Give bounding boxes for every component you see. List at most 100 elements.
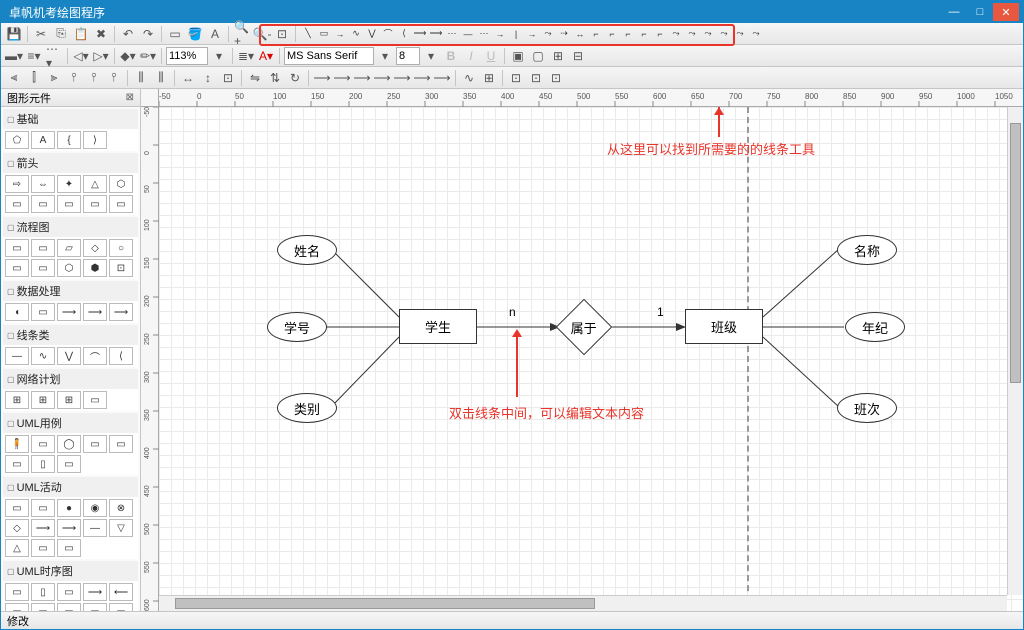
ungroup-button[interactable]: ⊟ [569, 47, 587, 65]
shape-sq-4[interactable]: ⟶ [83, 583, 107, 601]
shape-fc-8[interactable]: ⬡ [57, 259, 81, 277]
shape-uc-4[interactable]: ▭ [83, 435, 107, 453]
shape-arrow-lr[interactable]: ⇔ [31, 175, 55, 193]
zoom-in-button[interactable]: 🔍+ [233, 25, 251, 43]
cut-button[interactable]: ✂ [32, 25, 50, 43]
shape-arrow-quad[interactable]: ✦ [57, 175, 81, 193]
line-tool-depend[interactable]: ⤳ [668, 26, 684, 42]
text-button[interactable]: A [206, 25, 224, 43]
fill-color-button[interactable]: ◆▾ [119, 47, 137, 65]
shape-sq-7[interactable]: ▭ [31, 603, 55, 611]
line-tool-step5[interactable]: ⌐ [652, 26, 668, 42]
drawing-canvas[interactable]: 姓名 学号 类别 学生 n 属于 1 班级 名称 年纪 班次 从这里可以找到所需… [159, 107, 1023, 611]
shape-fc-6[interactable]: ▭ [5, 259, 29, 277]
shape-ac-5[interactable]: ⊗ [109, 499, 133, 517]
arrow-end-button[interactable]: ▷▾ [92, 47, 110, 65]
line-tool-msg1[interactable]: → [524, 26, 540, 42]
shape-fc-5[interactable]: ○ [109, 239, 133, 257]
distribute-v-button[interactable]: ⫼ [152, 69, 170, 87]
copy-button[interactable]: ⎘ [52, 25, 70, 43]
shape-fc-4[interactable]: ◇ [83, 239, 107, 257]
flip-v-button[interactable]: ⇅ [266, 69, 284, 87]
section-basic[interactable]: 基础 [3, 109, 138, 129]
line-tool-bracket[interactable]: ⟨ [396, 26, 412, 42]
align-left-button[interactable]: ⫷ [5, 69, 23, 87]
shape-arrow-right[interactable]: ⇨ [5, 175, 29, 193]
line-tool-solid[interactable]: — [460, 26, 476, 42]
shape-brace[interactable]: { [57, 131, 81, 149]
shape-ac-13[interactable]: ▭ [57, 539, 81, 557]
palette-close-button[interactable]: ⊠ [126, 92, 134, 103]
align-right-button[interactable]: ⫸ [45, 69, 63, 87]
connector1-button[interactable]: ⟶ [313, 69, 331, 87]
line-tool-step2[interactable]: ⌐ [604, 26, 620, 42]
shape-bracket[interactable]: ⟩ [83, 131, 107, 149]
shape-ac-11[interactable]: △ [5, 539, 29, 557]
font-dropdown[interactable]: ▾ [376, 47, 394, 65]
shape-arrow-4[interactable]: ▭ [83, 195, 107, 213]
shape-sq-10[interactable]: ▭ [109, 603, 133, 611]
section-flowchart[interactable]: 流程图 [3, 217, 138, 237]
attr-sno[interactable]: 学号 [267, 312, 327, 342]
line-tool-msg2[interactable]: ⤳ [540, 26, 556, 42]
shape-fc-9[interactable]: ⬢ [83, 259, 107, 277]
zoom-out-button[interactable]: 🔍- [253, 25, 271, 43]
flip-h-button[interactable]: ⇋ [246, 69, 264, 87]
line-tool-dash2[interactable]: ⋯ [476, 26, 492, 42]
shape-pentagon[interactable]: ⬠ [5, 131, 29, 149]
line-tool-step3[interactable]: ⌐ [620, 26, 636, 42]
scroll-thumb-v[interactable] [1010, 123, 1021, 383]
bring-front-button[interactable]: ▣ [509, 47, 527, 65]
shape-ac-7[interactable]: ⟶ [31, 519, 55, 537]
shape-uc-5[interactable]: ▭ [109, 435, 133, 453]
shape-arrow-callout[interactable]: ⬡ [109, 175, 133, 193]
line-tool-extend[interactable]: ⟶ [412, 26, 428, 42]
shape-dp-5[interactable]: ⟶ [109, 303, 133, 321]
shape-nw-3[interactable]: ⊞ [57, 391, 81, 409]
shape-fc-1[interactable]: ▭ [5, 239, 29, 257]
align-top-button[interactable]: ⫯ [65, 69, 83, 87]
shape-nw-2[interactable]: ⊞ [31, 391, 55, 409]
line-style-button[interactable]: ▬▾ [5, 47, 23, 65]
same-width-button[interactable]: ↔ [179, 69, 197, 87]
connector3-button[interactable]: ⟶ [353, 69, 371, 87]
zoom-fit-button[interactable]: ⊡ [273, 25, 291, 43]
shape-fc-2[interactable]: ▭ [31, 239, 55, 257]
shape-text[interactable]: A [31, 131, 55, 149]
rotate-button[interactable]: ↻ [286, 69, 304, 87]
line-tool-trace[interactable]: ⤳ [700, 26, 716, 42]
shape-fc-10[interactable]: ⊡ [109, 259, 133, 277]
attr-name[interactable]: 姓名 [277, 235, 337, 265]
text-color-button[interactable]: A▾ [257, 47, 275, 65]
line-tool-step1[interactable]: ⌐ [588, 26, 604, 42]
shape-dp-4[interactable]: ⟶ [83, 303, 107, 321]
line-weight-button[interactable]: ≡▾ [25, 47, 43, 65]
bold-button[interactable]: B [442, 47, 460, 65]
select-button[interactable]: ▭ [166, 25, 184, 43]
line-tool-refine[interactable]: ⤳ [716, 26, 732, 42]
zoom-combo[interactable] [166, 47, 208, 65]
line-dash-button[interactable]: ⋯▾ [45, 47, 63, 65]
wave-button[interactable]: ∿ [460, 69, 478, 87]
align-button[interactable]: ≣▾ [237, 47, 255, 65]
save-button[interactable]: 💾 [5, 25, 23, 43]
section-uml-usecase[interactable]: UML用例 [3, 413, 138, 433]
shape-ac-6[interactable]: ◇ [5, 519, 29, 537]
shape-ln-4[interactable]: ⌒ [83, 347, 107, 365]
shape-uc-2[interactable]: ▭ [31, 435, 55, 453]
line-tool-msg3[interactable]: ⇢ [556, 26, 572, 42]
entity-student[interactable]: 学生 [399, 309, 477, 344]
align-middle-button[interactable]: ⫯ [85, 69, 103, 87]
distribute-h-button[interactable]: ⫼ [132, 69, 150, 87]
section-uml-activity[interactable]: UML活动 [3, 477, 138, 497]
line-tool-sep[interactable]: | [508, 26, 524, 42]
fontsize-combo[interactable] [396, 47, 420, 65]
shape-ac-3[interactable]: ● [57, 499, 81, 517]
shape-dp-1[interactable]: ◖ [5, 303, 29, 321]
line-tool-straight[interactable]: ╲ [300, 26, 316, 42]
shape-arrow-2[interactable]: ▭ [31, 195, 55, 213]
shape-ac-2[interactable]: ▭ [31, 499, 55, 517]
delete-button[interactable]: ✖ [92, 25, 110, 43]
line-tool-zigzag[interactable]: ⋁ [364, 26, 380, 42]
send-back-button[interactable]: ▢ [529, 47, 547, 65]
